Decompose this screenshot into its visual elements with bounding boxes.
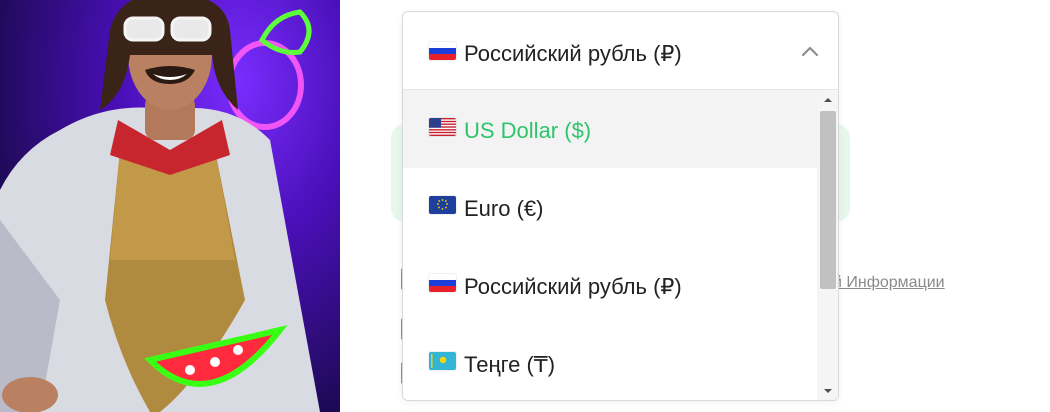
currency-options-list: US Dollar ($) Euro (€) Российский рубль … [403, 90, 817, 400]
selected-currency-label: Российский рубль (₽) [464, 41, 682, 66]
currency-select-toggle[interactable]: Российский рубль (₽) [403, 12, 838, 90]
neon-leaf-icon [258, 9, 312, 55]
neon-plum-icon [226, 40, 304, 130]
currency-option-eur[interactable]: Euro (€) [403, 168, 817, 246]
russia-flag-icon [429, 42, 456, 60]
options-scrollbar[interactable] [817, 90, 838, 400]
currency-option-usd[interactable]: US Dollar ($) [403, 90, 817, 168]
usa-flag-icon [429, 118, 456, 136]
currency-option-rub[interactable]: Российский рубль (₽) [403, 246, 817, 324]
currency-option-kzt[interactable]: Теңге (₸) [403, 324, 817, 400]
scrollbar-thumb[interactable] [820, 111, 836, 289]
currency-option-label: Euro (€) [464, 196, 544, 221]
chevron-up-icon [801, 46, 819, 57]
scroll-up-arrow-icon[interactable] [817, 92, 838, 108]
currency-select[interactable]: Российский рубль (₽) US Dollar ($) Euro … [402, 11, 839, 401]
scroll-down-arrow-icon[interactable] [817, 383, 838, 399]
promo-illustration [0, 0, 320, 412]
russia-flag-icon [429, 274, 456, 292]
kazakhstan-flag-icon [429, 352, 456, 370]
currency-option-label: US Dollar ($) [464, 118, 592, 143]
eu-flag-icon [429, 196, 456, 214]
currency-option-label: Российский рубль (₽) [464, 274, 682, 299]
currency-option-label: Теңге (₸) [464, 352, 556, 377]
promo-banner-image [0, 0, 340, 412]
